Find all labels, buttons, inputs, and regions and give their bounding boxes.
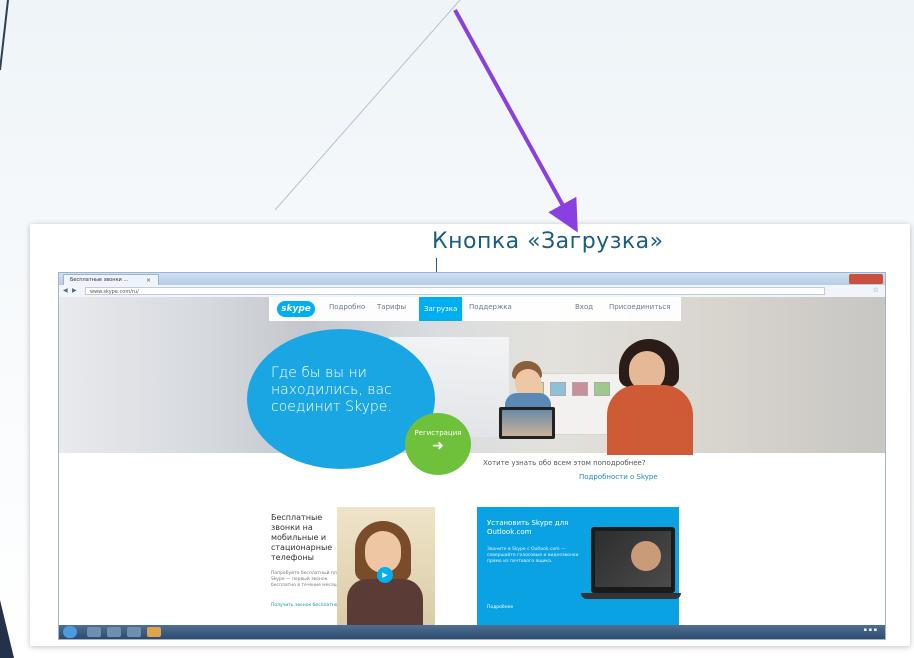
annotation-arrow (453, 9, 578, 233)
